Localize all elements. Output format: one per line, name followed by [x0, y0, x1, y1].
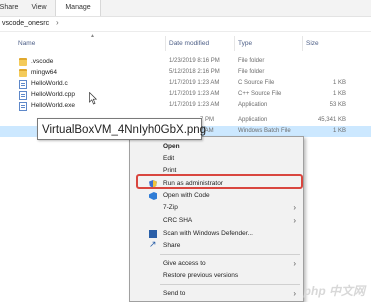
chevron-right-icon: › — [293, 289, 296, 298]
file-date: 1/17/2019 1:23 AM — [169, 80, 220, 86]
menu-item-open[interactable]: Open — [130, 141, 303, 153]
file-name: mingw64 — [31, 69, 58, 76]
menu-item-send-to[interactable]: Send to › — [130, 288, 303, 300]
file-name: .vscode — [31, 58, 54, 65]
column-header-date[interactable]: Date modified — [169, 38, 209, 50]
file-row[interactable]: HelloWorld.c 1/17/2019 1:23 AM C Source … — [0, 78, 371, 89]
file-row[interactable]: HelloWorld.exe 1/17/2019 1:23 AM Applica… — [0, 100, 371, 111]
c-file-icon — [19, 79, 27, 89]
file-type: C++ Source File — [238, 91, 282, 97]
menu-item-share[interactable]: Share — [130, 239, 303, 252]
menu-item-crc-sha[interactable]: CRC SHA › — [130, 215, 303, 227]
file-size: 1 KB — [332, 91, 346, 97]
file-size: 1 KB — [332, 128, 346, 134]
file-name: HelloWorld.c — [31, 80, 68, 87]
menu-item-open-with-code[interactable]: Open with Code — [130, 190, 303, 202]
ribbon: Share View Manage — [0, 0, 371, 17]
sort-up-icon: ▲ — [90, 33, 95, 39]
chevron-right-icon[interactable]: › — [56, 18, 59, 27]
file-type: File folder — [238, 69, 265, 75]
mouse-cursor-icon — [89, 92, 97, 105]
column-header-name[interactable]: Name — [18, 38, 35, 50]
filename-tooltip: VirtualBoxVM_4NnIyh0GbX.png — [37, 118, 206, 140]
defender-icon — [149, 230, 157, 238]
file-row[interactable]: HelloWorld.cpp 1/17/2019 1:23 AM C++ Sou… — [0, 89, 371, 100]
column-header-size[interactable]: Size — [306, 38, 319, 50]
address-bar[interactable]: vscode_onesrc › — [0, 18, 371, 32]
context-menu: Open Edit Print Run as administrator Ope… — [129, 136, 304, 302]
file-row[interactable]: mingw64 5/12/2018 2:16 PM File folder — [0, 67, 371, 78]
folder-icon — [19, 68, 27, 77]
file-type: C Source File — [238, 80, 275, 86]
file-date: 1/17/2019 1:23 AM — [169, 91, 220, 97]
file-type: Application — [238, 102, 268, 108]
highlight-box — [136, 174, 303, 189]
watermark: php 中文网 — [303, 284, 365, 298]
menu-separator — [160, 284, 300, 285]
tab-view[interactable]: View — [28, 0, 50, 16]
column-divider[interactable] — [302, 36, 303, 51]
menu-item-7zip[interactable]: 7-Zip › — [130, 202, 303, 214]
menu-item-restore-previous-versions[interactable]: Restore previous versions — [130, 270, 303, 282]
menu-item-give-access-to[interactable]: Give access to › — [130, 258, 303, 270]
exe-file-icon — [19, 101, 27, 111]
vscode-icon — [149, 192, 157, 200]
folder-icon — [19, 57, 27, 66]
column-header-type[interactable]: Type — [238, 38, 252, 50]
file-type: Application — [238, 117, 268, 123]
file-name: HelloWorld.cpp — [31, 91, 75, 98]
file-name: HelloWorld.exe — [31, 102, 75, 109]
chevron-right-icon: › — [293, 203, 296, 212]
file-type: File folder — [238, 58, 265, 64]
column-divider[interactable] — [165, 36, 166, 51]
file-size: 1 KB — [332, 80, 346, 86]
file-size: 45,341 KB — [317, 117, 346, 123]
chevron-right-icon: › — [293, 259, 296, 268]
file-row[interactable]: .vscode 1/23/2019 8:16 PM File folder — [0, 56, 371, 67]
file-size: 53 KB — [329, 102, 346, 108]
file-size — [306, 67, 346, 78]
tab-manage[interactable]: Manage — [55, 0, 101, 16]
file-date: 5/12/2018 2:16 PM — [169, 69, 220, 75]
file-date: 1/17/2019 1:23 AM — [169, 102, 220, 108]
tab-share[interactable]: Share — [0, 0, 22, 16]
column-divider[interactable] — [234, 36, 235, 51]
menu-item-edit[interactable]: Edit — [130, 153, 303, 165]
file-size — [306, 56, 346, 67]
cpp-file-icon — [19, 90, 27, 100]
chevron-right-icon: › — [293, 216, 296, 225]
breadcrumb-folder[interactable]: vscode_onesrc — [2, 20, 49, 27]
menu-separator — [160, 254, 300, 255]
file-date: 1/23/2019 8:16 PM — [169, 58, 220, 64]
share-icon — [149, 239, 157, 251]
